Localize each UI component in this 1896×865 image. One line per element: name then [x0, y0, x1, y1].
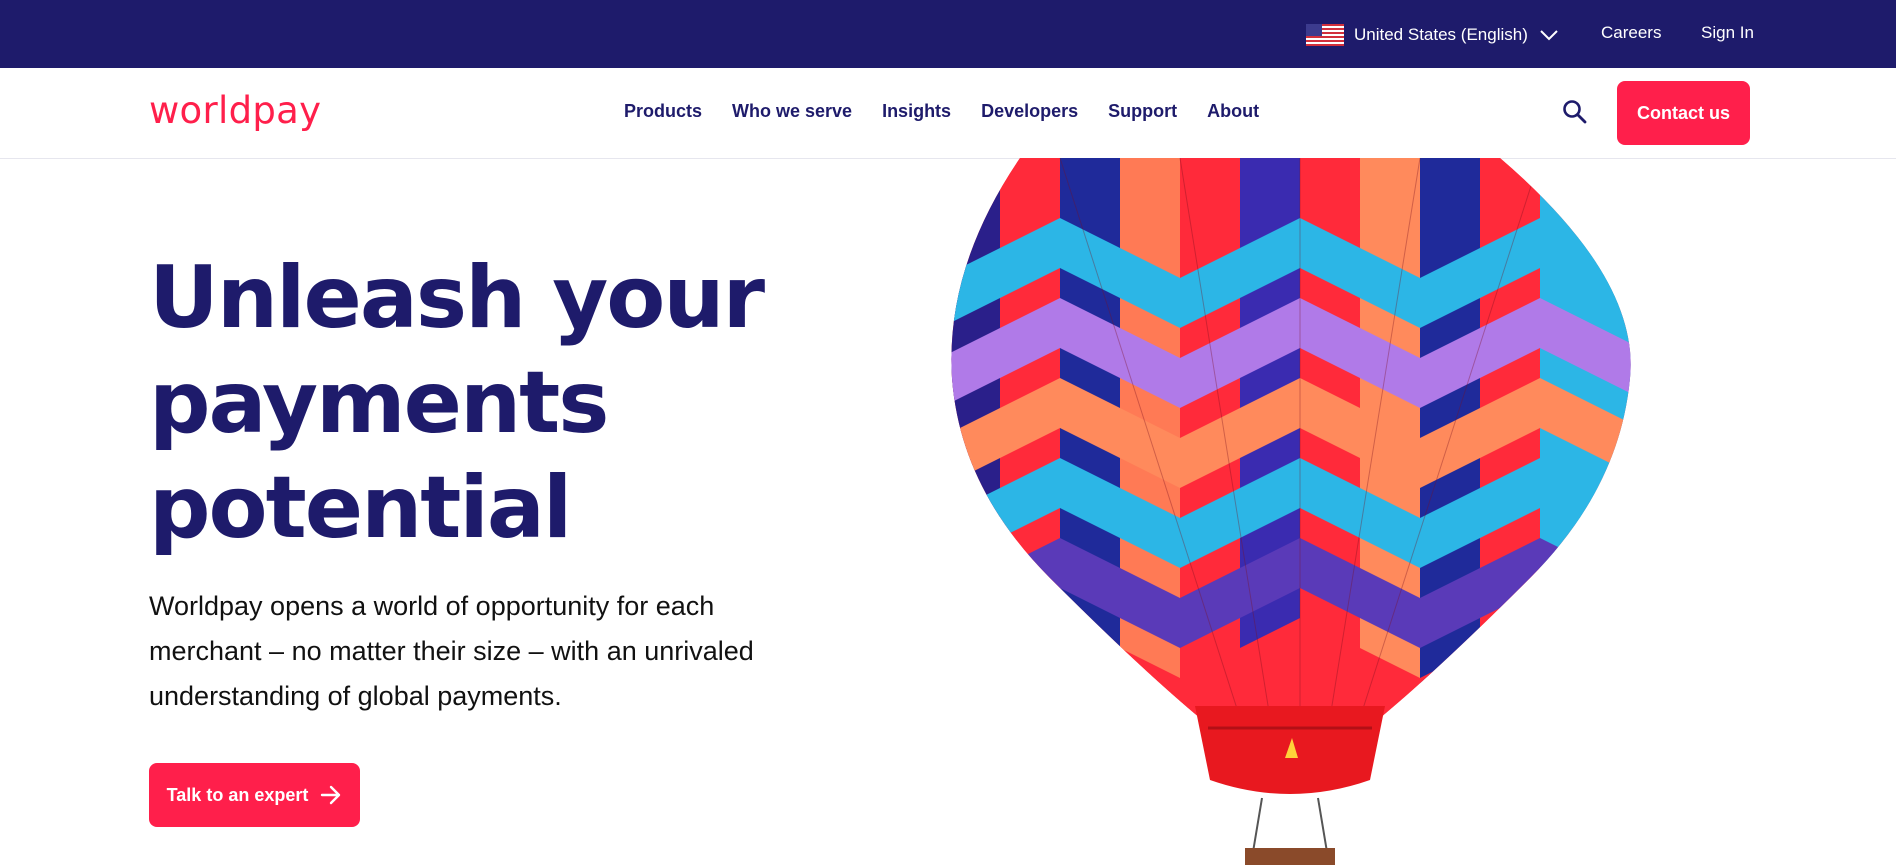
utility-bar: United States (English) Careers Sign In: [0, 0, 1896, 68]
nav-developers[interactable]: Developers: [981, 101, 1078, 122]
nav-products[interactable]: Products: [624, 101, 702, 122]
contact-us-button[interactable]: Contact us: [1617, 81, 1750, 145]
nav-insights[interactable]: Insights: [882, 101, 951, 122]
hero-title-line-2: payments: [149, 353, 609, 453]
us-flag-icon: [1306, 24, 1344, 46]
hero-subtitle: Worldpay opens a world of opportunity fo…: [149, 591, 754, 711]
main-header: worldpay Products Who we serve Insights …: [0, 68, 1896, 159]
nav-support[interactable]: Support: [1108, 101, 1177, 122]
arrow-right-icon: [321, 785, 341, 805]
hero-title: Unleash your payments potential: [149, 246, 809, 561]
locale-selector[interactable]: United States (English): [1306, 20, 1558, 50]
careers-link[interactable]: Careers: [1601, 23, 1661, 43]
hero-title-line-1: Unleash your: [149, 248, 765, 348]
sign-in-link[interactable]: Sign In: [1701, 23, 1754, 43]
nav-who-we-serve[interactable]: Who we serve: [732, 101, 852, 122]
cta-label: Talk to an expert: [166, 784, 309, 805]
nav-about[interactable]: About: [1207, 101, 1259, 122]
chevron-down-icon: [1540, 30, 1558, 41]
locale-label: United States (English): [1354, 25, 1528, 44]
hero-title-line-3: potential: [149, 458, 572, 558]
main-nav: Products Who we serve Insights Developer…: [624, 101, 1259, 122]
search-icon[interactable]: [1562, 99, 1588, 125]
hot-air-balloon-image: [951, 158, 1631, 865]
worldpay-logo[interactable]: worldpay: [149, 89, 321, 132]
talk-to-expert-button[interactable]: Talk to an expert: [149, 763, 360, 827]
